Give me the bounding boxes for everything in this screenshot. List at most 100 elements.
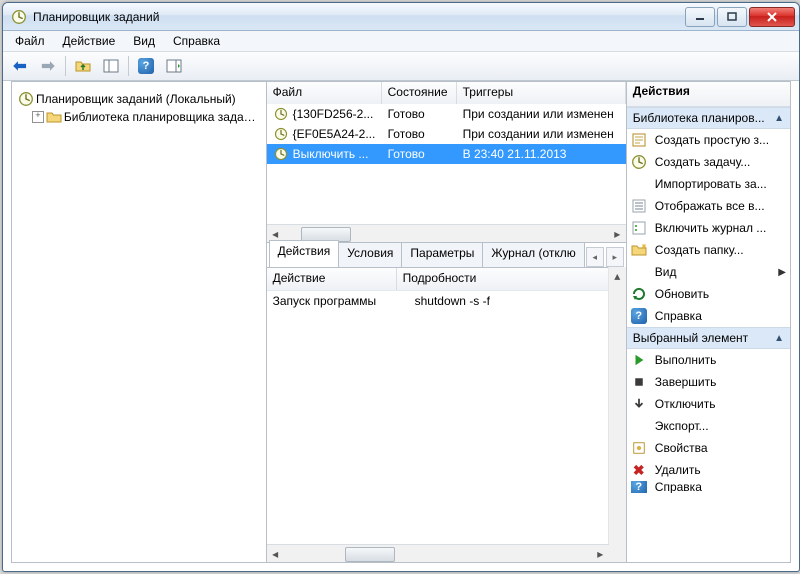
- tab-settings[interactable]: Параметры: [401, 242, 483, 267]
- wizard-icon: [631, 132, 647, 148]
- task-row[interactable]: Выключить ...ГотовоВ 23:40 21.11.2013: [267, 144, 626, 164]
- scroll-track[interactable]: [301, 226, 592, 241]
- col-action[interactable]: Действие: [267, 268, 397, 290]
- action-enable-history[interactable]: Включить журнал ...: [627, 217, 790, 239]
- expand-toggle[interactable]: +: [32, 111, 44, 123]
- actions-pane-body: Библиотека планиров... ▲ Создать простую…: [627, 107, 790, 562]
- properties-button[interactable]: [98, 54, 124, 78]
- menu-file[interactable]: Файл: [7, 32, 53, 50]
- action-new-folder[interactable]: Создать папку...: [627, 239, 790, 261]
- scroll-right-icon[interactable]: ▸: [609, 225, 626, 242]
- menu-help[interactable]: Справка: [165, 32, 228, 50]
- maximize-button[interactable]: [717, 7, 747, 27]
- details-vscroll[interactable]: ▴: [608, 267, 626, 545]
- col-triggers[interactable]: Триггеры: [457, 82, 626, 104]
- menubar: Файл Действие Вид Справка: [3, 31, 799, 52]
- up-folder-button[interactable]: [70, 54, 96, 78]
- action-end[interactable]: Завершить: [627, 371, 790, 393]
- window-title: Планировщик заданий: [33, 10, 685, 24]
- action-view-submenu[interactable]: Вид ▶: [627, 261, 790, 283]
- action-show-all-running[interactable]: Отображать все в...: [627, 195, 790, 217]
- scroll-right-icon[interactable]: ▸: [592, 545, 609, 562]
- action-label: Включить журнал ...: [655, 221, 786, 235]
- tab-history[interactable]: Журнал (отклю: [482, 242, 584, 267]
- collapse-icon: ▲: [774, 113, 784, 124]
- help-button[interactable]: ?: [133, 54, 159, 78]
- task-icon: [273, 126, 289, 142]
- minimize-button[interactable]: [685, 7, 715, 27]
- task-trigger: При создании или изменен: [457, 107, 626, 121]
- toolbar-separator: [65, 56, 66, 76]
- action-refresh[interactable]: Обновить: [627, 283, 790, 305]
- task-trigger: При создании или изменен: [457, 127, 626, 141]
- tab-actions[interactable]: Действия: [269, 240, 340, 267]
- tree: Планировщик заданий (Локальный) + Библио…: [14, 86, 264, 130]
- action-properties[interactable]: Свойства: [627, 437, 790, 459]
- list-icon: [631, 198, 647, 214]
- action-rows: Запуск программыshutdown -s -f: [267, 291, 626, 562]
- tree-library-label: Библиотека планировщика заданий: [64, 110, 262, 124]
- scroll-left-icon[interactable]: ◂: [267, 545, 284, 562]
- action-export[interactable]: Экспорт...: [627, 415, 790, 437]
- task-row[interactable]: {EF0E5A24-2...ГотовоПри создании или изм…: [267, 124, 626, 144]
- properties-icon: [631, 440, 647, 456]
- tab-conditions[interactable]: Условия: [338, 242, 402, 267]
- content-area: Планировщик заданий (Локальный) + Библио…: [11, 81, 791, 563]
- task-state: Готово: [382, 147, 457, 161]
- toolbar-separator: [128, 56, 129, 76]
- tab-scroll-right[interactable]: ▸: [606, 247, 624, 267]
- action-help-2[interactable]: ? Справка: [627, 481, 790, 493]
- actionpane-button[interactable]: [161, 54, 187, 78]
- action-details: shutdown -s -f: [409, 292, 626, 310]
- disable-icon: [631, 396, 647, 412]
- action-label: Выполнить: [655, 353, 786, 367]
- close-button[interactable]: [749, 7, 795, 27]
- action-create-task[interactable]: Создать задачу...: [627, 151, 790, 173]
- actions-pane-title: Действия: [627, 82, 790, 107]
- action-pane-icon: [166, 58, 182, 74]
- col-state[interactable]: Состояние: [382, 82, 457, 104]
- action-run[interactable]: Выполнить: [627, 349, 790, 371]
- help-icon: ?: [631, 308, 647, 324]
- scroll-up-icon[interactable]: ▴: [609, 267, 626, 284]
- play-icon: [631, 352, 647, 368]
- toolbar: ⬅ ➡ ?: [3, 52, 799, 81]
- collapse-icon: ▲: [774, 333, 784, 344]
- actions-group-selected[interactable]: Выбранный элемент ▲: [627, 327, 790, 349]
- action-delete[interactable]: ✖ Удалить: [627, 459, 790, 481]
- menu-action[interactable]: Действие: [55, 32, 124, 50]
- forward-button[interactable]: ➡: [35, 54, 61, 78]
- action-type: Запуск программы: [267, 292, 409, 310]
- action-import-task[interactable]: Импортировать за...: [627, 173, 790, 195]
- blank-icon: [631, 264, 647, 280]
- details-hscroll[interactable]: ◂ ▸: [267, 544, 609, 562]
- back-button[interactable]: ⬅: [7, 54, 33, 78]
- scroll-track[interactable]: [301, 546, 575, 561]
- col-file[interactable]: Файл: [267, 82, 382, 104]
- actions-group-library[interactable]: Библиотека планиров... ▲: [627, 107, 790, 129]
- action-label: Свойства: [655, 441, 786, 455]
- log-icon: [631, 220, 647, 236]
- task-trigger: В 23:40 21.11.2013: [457, 147, 626, 161]
- col-details[interactable]: Подробности: [397, 268, 626, 290]
- titlebar[interactable]: Планировщик заданий: [3, 3, 799, 31]
- tab-scroll-left[interactable]: ◂: [586, 247, 604, 267]
- arrow-right-icon: ➡: [41, 56, 54, 76]
- tree-library[interactable]: + Библиотека планировщика заданий: [16, 108, 262, 126]
- action-row[interactable]: Запуск программыshutdown -s -f: [267, 291, 626, 311]
- actions-group-selected-label: Выбранный элемент: [633, 331, 748, 345]
- action-create-basic-task[interactable]: Создать простую з...: [627, 129, 790, 151]
- tree-root[interactable]: Планировщик заданий (Локальный): [16, 90, 262, 108]
- blank-icon: [631, 418, 647, 434]
- scroll-thumb[interactable]: [345, 547, 395, 562]
- task-list[interactable]: Файл Состояние Триггеры {130FD256-2...Го…: [267, 82, 626, 224]
- action-help[interactable]: ? Справка: [627, 305, 790, 327]
- task-rows: {130FD256-2...ГотовоПри создании или изм…: [267, 104, 626, 164]
- arrow-left-icon: ⬅: [13, 56, 26, 76]
- menu-view[interactable]: Вид: [125, 32, 163, 50]
- action-label: Обновить: [655, 287, 786, 301]
- clock-icon: [631, 154, 647, 170]
- clock-icon: [18, 91, 34, 107]
- task-row[interactable]: {130FD256-2...ГотовоПри создании или изм…: [267, 104, 626, 124]
- action-disable[interactable]: Отключить: [627, 393, 790, 415]
